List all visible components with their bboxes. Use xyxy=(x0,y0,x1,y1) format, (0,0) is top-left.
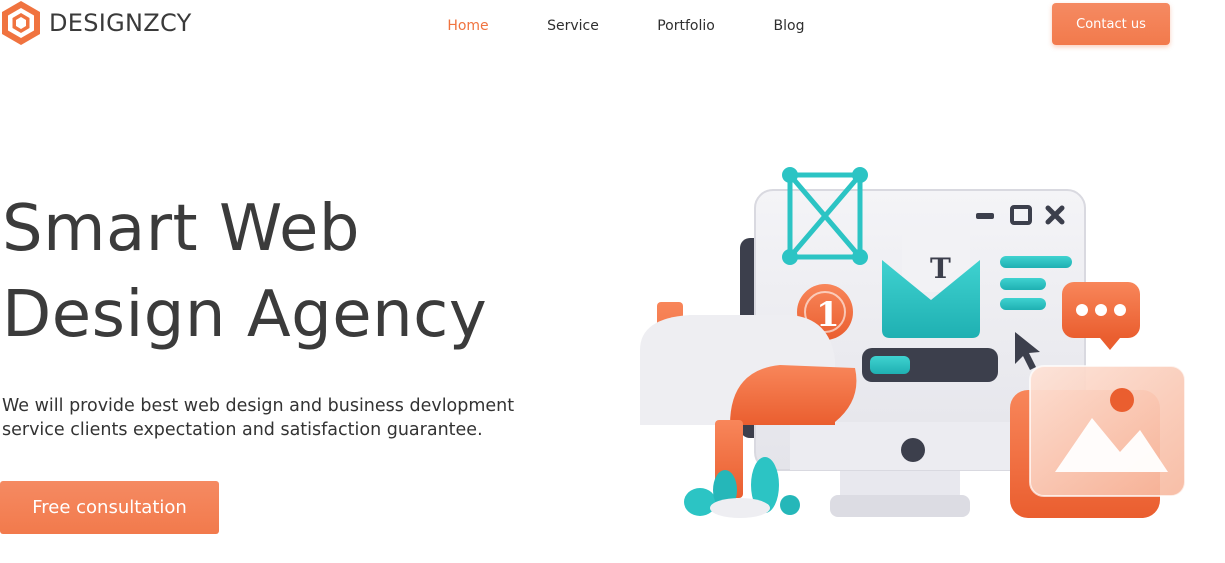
brand-logo[interactable]: DESIGNZCY xyxy=(0,0,192,46)
hero-desc-line2: service clients expectation and satisfac… xyxy=(2,420,483,440)
contact-button[interactable]: Contact us xyxy=(1052,3,1170,45)
hero-title-line1: Smart Web xyxy=(2,192,360,266)
brand-name: DESIGNZCY xyxy=(49,9,192,37)
hero-description: We will provide best web design and busi… xyxy=(2,394,562,442)
nav-item-portfolio[interactable]: Portfolio xyxy=(628,18,744,34)
hero-illustration: T 1 xyxy=(640,167,1186,518)
envelope-letter: T xyxy=(930,252,951,285)
hexagon-box-icon xyxy=(2,1,40,45)
mailbox-icon xyxy=(640,302,857,518)
hero-desc-line1: We will provide best web design and busi… xyxy=(2,396,515,416)
nav-item-home[interactable]: Home xyxy=(418,18,518,34)
nav-item-blog[interactable]: Blog xyxy=(744,18,834,34)
hero-title: Smart Web Design Agency xyxy=(2,186,562,358)
free-consultation-button[interactable]: Free consultation xyxy=(0,481,219,534)
nav-item-service[interactable]: Service xyxy=(518,18,628,34)
hero-title-line2: Design Agency xyxy=(2,278,488,352)
image-icon xyxy=(1010,365,1186,518)
main-nav: Home Service Portfolio Blog xyxy=(418,18,834,34)
